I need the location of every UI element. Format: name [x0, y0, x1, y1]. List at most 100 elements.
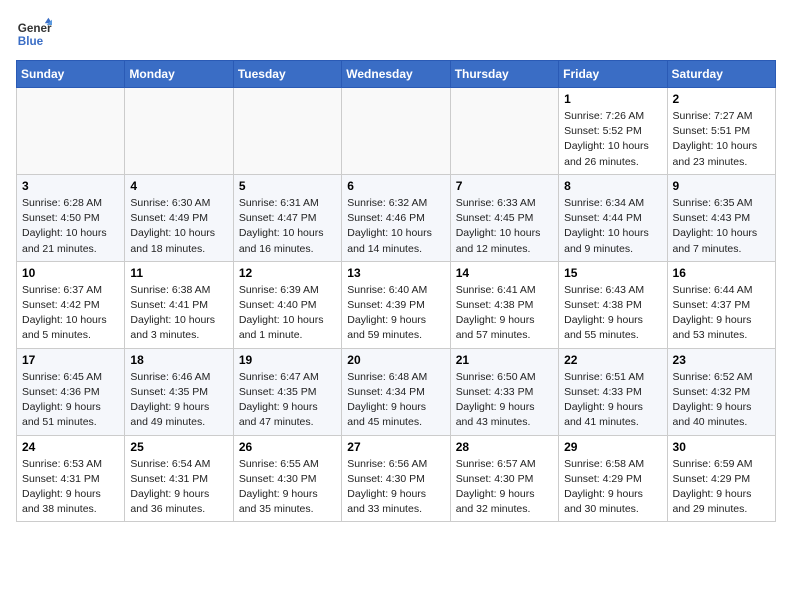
- day-cell: 29 Sunrise: 6:58 AM Sunset: 4:29 PM Dayli…: [559, 435, 667, 522]
- day-info: Sunrise: 6:30 AM Sunset: 4:49 PM Dayligh…: [130, 196, 227, 257]
- week-row-3: 10 Sunrise: 6:37 AM Sunset: 4:42 PM Dayli…: [17, 261, 776, 348]
- week-row-1: 1 Sunrise: 7:26 AM Sunset: 5:52 PM Daylig…: [17, 88, 776, 175]
- day-info: Sunrise: 6:45 AM Sunset: 4:36 PM Dayligh…: [22, 370, 119, 431]
- day-number: 23: [673, 353, 770, 367]
- day-number: 13: [347, 266, 444, 280]
- day-info: Sunrise: 6:37 AM Sunset: 4:42 PM Dayligh…: [22, 283, 119, 344]
- day-info: Sunrise: 6:58 AM Sunset: 4:29 PM Dayligh…: [564, 457, 661, 518]
- day-number: 25: [130, 440, 227, 454]
- day-number: 16: [673, 266, 770, 280]
- day-cell: 2 Sunrise: 7:27 AM Sunset: 5:51 PM Daylig…: [667, 88, 775, 175]
- day-cell: 3Sunrise: 6:28 AM Sunset: 4:50 PM Daylig…: [17, 174, 125, 261]
- day-info: Sunrise: 6:46 AM Sunset: 4:35 PM Dayligh…: [130, 370, 227, 431]
- day-cell: 16 Sunrise: 6:44 AM Sunset: 4:37 PM Dayli…: [667, 261, 775, 348]
- day-cell: 21Sunrise: 6:50 AM Sunset: 4:33 PM Dayli…: [450, 348, 558, 435]
- weekday-tuesday: Tuesday: [233, 61, 341, 88]
- week-row-4: 17 Sunrise: 6:45 AM Sunset: 4:36 PM Dayli…: [17, 348, 776, 435]
- day-info: Sunrise: 6:59 AM Sunset: 4:29 PM Dayligh…: [673, 457, 770, 518]
- day-info: Sunrise: 7:26 AM Sunset: 5:52 PM Dayligh…: [564, 109, 661, 170]
- weekday-header: SundayMondayTuesdayWednesdayThursdayFrid…: [17, 61, 776, 88]
- day-number: 17: [22, 353, 119, 367]
- day-cell: 24Sunrise: 6:53 AM Sunset: 4:31 PM Dayli…: [17, 435, 125, 522]
- day-cell: 15 Sunrise: 6:43 AM Sunset: 4:38 PM Dayli…: [559, 261, 667, 348]
- day-number: 24: [22, 440, 119, 454]
- day-cell: 10 Sunrise: 6:37 AM Sunset: 4:42 PM Dayli…: [17, 261, 125, 348]
- day-number: 26: [239, 440, 336, 454]
- day-number: 15: [564, 266, 661, 280]
- day-info: Sunrise: 6:38 AM Sunset: 4:41 PM Dayligh…: [130, 283, 227, 344]
- day-number: 19: [239, 353, 336, 367]
- day-number: 9: [673, 179, 770, 193]
- day-number: 6: [347, 179, 444, 193]
- weekday-sunday: Sunday: [17, 61, 125, 88]
- day-number: 8: [564, 179, 661, 193]
- day-info: Sunrise: 6:51 AM Sunset: 4:33 PM Dayligh…: [564, 370, 661, 431]
- day-cell: [233, 88, 341, 175]
- day-info: Sunrise: 6:33 AM Sunset: 4:45 PM Dayligh…: [456, 196, 553, 257]
- day-number: 10: [22, 266, 119, 280]
- day-number: 1: [564, 92, 661, 106]
- day-info: Sunrise: 6:35 AM Sunset: 4:43 PM Dayligh…: [673, 196, 770, 257]
- day-cell: [450, 88, 558, 175]
- day-cell: 27 Sunrise: 6:56 AM Sunset: 4:30 PM Dayli…: [342, 435, 450, 522]
- day-number: 7: [456, 179, 553, 193]
- day-info: Sunrise: 6:44 AM Sunset: 4:37 PM Dayligh…: [673, 283, 770, 344]
- day-info: Sunrise: 6:34 AM Sunset: 4:44 PM Dayligh…: [564, 196, 661, 257]
- day-info: Sunrise: 6:54 AM Sunset: 4:31 PM Dayligh…: [130, 457, 227, 518]
- day-number: 30: [673, 440, 770, 454]
- day-cell: 6 Sunrise: 6:32 AM Sunset: 4:46 PM Daylig…: [342, 174, 450, 261]
- day-number: 18: [130, 353, 227, 367]
- week-row-5: 24Sunrise: 6:53 AM Sunset: 4:31 PM Dayli…: [17, 435, 776, 522]
- day-cell: 8 Sunrise: 6:34 AM Sunset: 4:44 PM Daylig…: [559, 174, 667, 261]
- day-number: 14: [456, 266, 553, 280]
- day-number: 28: [456, 440, 553, 454]
- day-number: 2: [673, 92, 770, 106]
- day-cell: 14 Sunrise: 6:41 AM Sunset: 4:38 PM Dayli…: [450, 261, 558, 348]
- day-info: Sunrise: 6:57 AM Sunset: 4:30 PM Dayligh…: [456, 457, 553, 518]
- day-info: Sunrise: 6:41 AM Sunset: 4:38 PM Dayligh…: [456, 283, 553, 344]
- day-info: Sunrise: 6:56 AM Sunset: 4:30 PM Dayligh…: [347, 457, 444, 518]
- day-info: Sunrise: 6:31 AM Sunset: 4:47 PM Dayligh…: [239, 196, 336, 257]
- day-info: Sunrise: 6:40 AM Sunset: 4:39 PM Dayligh…: [347, 283, 444, 344]
- day-number: 11: [130, 266, 227, 280]
- day-info: Sunrise: 6:47 AM Sunset: 4:35 PM Dayligh…: [239, 370, 336, 431]
- day-cell: [125, 88, 233, 175]
- header: General Blue: [16, 16, 776, 52]
- day-number: 3: [22, 179, 119, 193]
- day-cell: 30 Sunrise: 6:59 AM Sunset: 4:29 PM Dayli…: [667, 435, 775, 522]
- weekday-monday: Monday: [125, 61, 233, 88]
- day-cell: [342, 88, 450, 175]
- logo-icon: General Blue: [16, 16, 52, 52]
- day-number: 27: [347, 440, 444, 454]
- day-info: Sunrise: 6:48 AM Sunset: 4:34 PM Dayligh…: [347, 370, 444, 431]
- day-cell: 4Sunrise: 6:30 AM Sunset: 4:49 PM Daylig…: [125, 174, 233, 261]
- calendar: SundayMondayTuesdayWednesdayThursdayFrid…: [16, 60, 776, 522]
- day-cell: 17 Sunrise: 6:45 AM Sunset: 4:36 PM Dayli…: [17, 348, 125, 435]
- day-info: Sunrise: 7:27 AM Sunset: 5:51 PM Dayligh…: [673, 109, 770, 170]
- day-number: 29: [564, 440, 661, 454]
- day-cell: 1 Sunrise: 7:26 AM Sunset: 5:52 PM Daylig…: [559, 88, 667, 175]
- day-cell: 9 Sunrise: 6:35 AM Sunset: 4:43 PM Daylig…: [667, 174, 775, 261]
- day-info: Sunrise: 6:50 AM Sunset: 4:33 PM Dayligh…: [456, 370, 553, 431]
- day-cell: [17, 88, 125, 175]
- day-info: Sunrise: 6:39 AM Sunset: 4:40 PM Dayligh…: [239, 283, 336, 344]
- day-info: Sunrise: 6:43 AM Sunset: 4:38 PM Dayligh…: [564, 283, 661, 344]
- day-info: Sunrise: 6:32 AM Sunset: 4:46 PM Dayligh…: [347, 196, 444, 257]
- day-cell: 26 Sunrise: 6:55 AM Sunset: 4:30 PM Dayli…: [233, 435, 341, 522]
- day-cell: 23Sunrise: 6:52 AM Sunset: 4:32 PM Dayli…: [667, 348, 775, 435]
- weekday-thursday: Thursday: [450, 61, 558, 88]
- svg-text:General: General: [18, 22, 52, 35]
- day-cell: 13 Sunrise: 6:40 AM Sunset: 4:39 PM Dayli…: [342, 261, 450, 348]
- week-row-2: 3Sunrise: 6:28 AM Sunset: 4:50 PM Daylig…: [17, 174, 776, 261]
- day-cell: 20Sunrise: 6:48 AM Sunset: 4:34 PM Dayli…: [342, 348, 450, 435]
- day-number: 22: [564, 353, 661, 367]
- day-cell: 19 Sunrise: 6:47 AM Sunset: 4:35 PM Dayli…: [233, 348, 341, 435]
- day-cell: 7 Sunrise: 6:33 AM Sunset: 4:45 PM Daylig…: [450, 174, 558, 261]
- day-cell: 11 Sunrise: 6:38 AM Sunset: 4:41 PM Dayli…: [125, 261, 233, 348]
- day-cell: 22 Sunrise: 6:51 AM Sunset: 4:33 PM Dayli…: [559, 348, 667, 435]
- weekday-friday: Friday: [559, 61, 667, 88]
- weekday-wednesday: Wednesday: [342, 61, 450, 88]
- weekday-saturday: Saturday: [667, 61, 775, 88]
- day-number: 5: [239, 179, 336, 193]
- day-info: Sunrise: 6:55 AM Sunset: 4:30 PM Dayligh…: [239, 457, 336, 518]
